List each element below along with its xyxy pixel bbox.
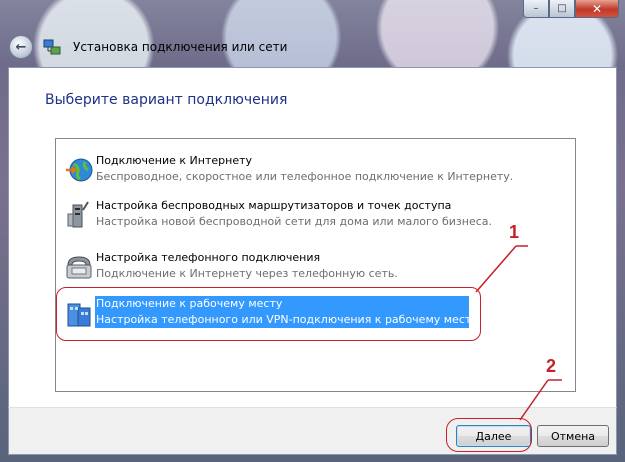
- back-button[interactable]: ←: [9, 35, 33, 59]
- option-wireless-router[interactable]: Настройка беспроводных маршрутизаторов и…: [56, 194, 575, 238]
- option-title: Настройка беспроводных маршрутизаторов и…: [96, 199, 452, 212]
- connection-options-list: Подключение к Интернету Беспроводное, ск…: [55, 138, 576, 392]
- annotation-number-1: 1: [509, 222, 520, 242]
- cancel-button[interactable]: Отмена: [537, 425, 609, 447]
- wireless-router-icon: [67, 201, 89, 228]
- telephone-modem-icon: [66, 256, 92, 279]
- content-panel: Выберите вариант подключения Подключение…: [8, 67, 617, 407]
- back-arrow-icon: ←: [15, 39, 27, 55]
- page-heading: Выберите вариант подключения: [45, 92, 288, 108]
- option-internet[interactable]: Подключение к Интернету Беспроводное, ск…: [56, 149, 575, 193]
- caption-buttons: – □ ✕: [523, 0, 619, 18]
- close-button[interactable]: ✕: [575, 0, 619, 18]
- option-dialup[interactable]: Настройка телефонного подключения Подклю…: [56, 246, 575, 290]
- annotation-ring-next: [446, 418, 532, 452]
- annotation-number-2: 2: [546, 356, 557, 376]
- maximize-button[interactable]: □: [549, 0, 575, 18]
- option-title: Настройка телефонного подключения: [96, 251, 321, 264]
- network-setup-icon: [43, 39, 61, 55]
- option-description: Настройка новой беспроводной сети для до…: [96, 215, 493, 228]
- option-description: Подключение к Интернету через телефонную…: [96, 267, 398, 280]
- annotation-ring-option: [56, 287, 481, 341]
- minimize-button[interactable]: –: [523, 0, 549, 18]
- option-title: Подключение к Интернету: [96, 154, 253, 167]
- globe-internet-icon: [66, 158, 93, 182]
- window-title: Установка подключения или сети: [73, 40, 288, 54]
- option-description: Беспроводное, скоростное или телефонное …: [96, 170, 514, 183]
